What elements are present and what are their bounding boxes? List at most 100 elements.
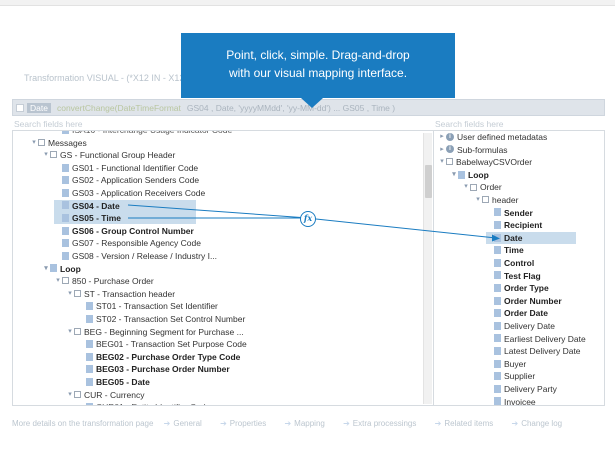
source-row[interactable]: ▾ ST - Transaction header	[66, 288, 175, 300]
formula-function: convertChange(DateTimeFormat	[56, 102, 181, 113]
target-row[interactable]: ▾ BabelwayCSVOrder	[438, 156, 532, 168]
target-row[interactable]: Delivery Date	[486, 320, 555, 332]
expand-toggle-icon[interactable]: ▾	[438, 156, 446, 168]
expand-toggle-icon[interactable]: ▸	[438, 131, 446, 143]
source-row[interactable]: BEG02 - Purchase Order Type Code	[78, 351, 240, 363]
footer-link-change-log[interactable]: ➔ Change log	[511, 419, 570, 428]
callout-pointer	[301, 98, 323, 108]
field-icon	[86, 314, 93, 323]
expand-toggle-icon[interactable]: ▾	[66, 389, 74, 401]
target-row-label: Recipient	[504, 220, 543, 231]
target-row[interactable]: ▾ Order	[462, 181, 502, 193]
source-row[interactable]: BEG03 - Purchase Order Number	[78, 363, 230, 375]
target-row[interactable]: Order Number	[486, 295, 562, 307]
field-icon	[494, 258, 501, 267]
source-row-label: GS01 - Functional Identifier Code	[72, 162, 199, 173]
source-row[interactable]: BEG05 - Date	[78, 376, 150, 388]
field-icon	[494, 283, 501, 292]
target-row[interactable]: ▾ header	[474, 194, 518, 206]
formula-checkbox[interactable]	[16, 103, 24, 112]
field-icon	[494, 321, 501, 330]
target-row-label: Order	[480, 182, 502, 193]
source-row[interactable]: GS08 - Version / Release / Industry I...	[54, 250, 217, 262]
expand-toggle-icon[interactable]: ▾	[462, 181, 470, 193]
target-row-label: Test Flag	[504, 270, 541, 281]
expand-toggle-icon[interactable]: ▾	[474, 194, 482, 206]
target-row[interactable]: Buyer	[486, 358, 526, 370]
source-row-label: ST02 - Transaction Set Control Number	[96, 314, 246, 324]
target-row[interactable]: Recipient	[486, 219, 542, 231]
target-row[interactable]: Latest Delivery Date	[486, 345, 581, 357]
target-row[interactable]: Order Type	[486, 282, 549, 294]
source-row[interactable]: GS03 - Application Receivers Code	[54, 187, 205, 199]
target-row[interactable]: ▸ i User defined metadatas	[438, 131, 547, 143]
source-row[interactable]: GS05 - Time	[54, 212, 196, 225]
field-icon	[494, 359, 501, 368]
footer-link-general[interactable]: ➔ General	[164, 419, 210, 428]
expand-toggle-icon[interactable]: ▾	[450, 169, 458, 181]
expand-toggle-icon[interactable]: ▾	[30, 137, 38, 149]
function-fx-icon[interactable]: fx	[300, 211, 316, 227]
field-icon	[62, 176, 69, 185]
target-row[interactable]: Date	[486, 231, 576, 244]
target-row-label: Loop	[468, 169, 489, 180]
source-row[interactable]: BEG01 - Transaction Set Purpose Code	[78, 338, 247, 350]
target-row[interactable]: Delivery Party	[486, 383, 557, 395]
expand-toggle-icon[interactable]: ▾	[42, 149, 50, 161]
target-row-label: Order Number	[504, 295, 562, 306]
target-search-input[interactable]: Search fields here	[435, 119, 504, 129]
source-row[interactable]: ST02 - Transaction Set Control Number	[78, 313, 245, 325]
field-icon	[494, 372, 501, 381]
target-row[interactable]: Control	[486, 257, 534, 269]
expand-toggle-icon[interactable]: ▾	[42, 263, 50, 275]
expand-toggle-icon[interactable]: ▾	[66, 288, 74, 300]
source-row[interactable]: ▾ 850 - Purchase Order	[54, 275, 154, 287]
target-row[interactable]: ▾ Loop	[450, 169, 489, 181]
field-icon	[494, 233, 501, 242]
source-row[interactable]: GS04 - Date	[54, 199, 196, 212]
target-row-label: Time	[504, 245, 524, 256]
source-row-label: GS02 - Application Senders Code	[72, 175, 200, 186]
source-row-label: GS08 - Version / Release / Industry I...	[72, 251, 218, 261]
source-row-label: GS05 - Time	[72, 213, 121, 224]
footer-link-extra-processings[interactable]: ➔ Extra processings	[343, 419, 424, 428]
field-icon	[494, 296, 501, 305]
node-checkbox-icon	[38, 138, 45, 146]
source-row-label: GS06 - Group Control Number	[72, 225, 194, 236]
field-icon	[86, 377, 93, 386]
source-row[interactable]: ST01 - Transaction Set Identifier	[78, 300, 218, 312]
source-row[interactable]: GS01 - Functional Identifier Code	[54, 162, 198, 174]
footer-link-related-items[interactable]: ➔ Related items	[435, 419, 502, 428]
source-row[interactable]: CUR01 - Entity Identifier Code	[78, 401, 210, 405]
source-row[interactable]: ▾ Messages	[30, 137, 87, 149]
footer-link-properties[interactable]: ➔ Properties	[220, 419, 274, 428]
expand-toggle-icon[interactable]: ▾	[54, 275, 62, 287]
target-row[interactable]: Time	[486, 244, 524, 256]
target-row[interactable]: Sender	[486, 207, 533, 219]
target-row[interactable]: Supplier	[486, 370, 535, 382]
expand-toggle-icon[interactable]: ▸	[438, 144, 446, 156]
target-row-label: Buyer	[504, 358, 527, 369]
target-row-label: header	[492, 195, 519, 205]
target-row[interactable]: ▸ i Sub-formulas	[438, 144, 508, 156]
footer-link-mapping[interactable]: ➔ Mapping	[284, 419, 332, 428]
source-row[interactable]: ▾ BEG - Beginning Segment for Purchase ..…	[66, 326, 243, 338]
footer-details-label: More details on the transformation page	[12, 419, 154, 428]
scrollbar-thumb[interactable]	[425, 165, 432, 198]
target-row-label: Sub-formulas	[457, 144, 508, 155]
source-row[interactable]: ▾ Loop	[42, 263, 81, 275]
expand-toggle-icon[interactable]: ▾	[66, 326, 74, 338]
formula-field-label: Date	[27, 102, 51, 113]
source-tree-scrollbar[interactable]	[423, 133, 432, 404]
field-icon	[62, 163, 69, 172]
source-search-input[interactable]: Search fields here	[14, 119, 83, 129]
source-row-label: BEG03 - Purchase Order Number	[96, 364, 230, 375]
source-row[interactable]: ▾ GS - Functional Group Header	[42, 149, 175, 161]
target-row[interactable]: Earliest Delivery Date	[486, 333, 586, 345]
target-row[interactable]: Test Flag	[486, 270, 541, 282]
source-row[interactable]: GS02 - Application Senders Code	[54, 174, 199, 186]
source-row[interactable]: GS07 - Responsible Agency Code	[54, 237, 201, 249]
source-row[interactable]: GS06 - Group Control Number	[54, 225, 194, 237]
source-row[interactable]: ▾ CUR - Currency	[66, 389, 144, 401]
target-row[interactable]: Order Date	[486, 307, 548, 319]
